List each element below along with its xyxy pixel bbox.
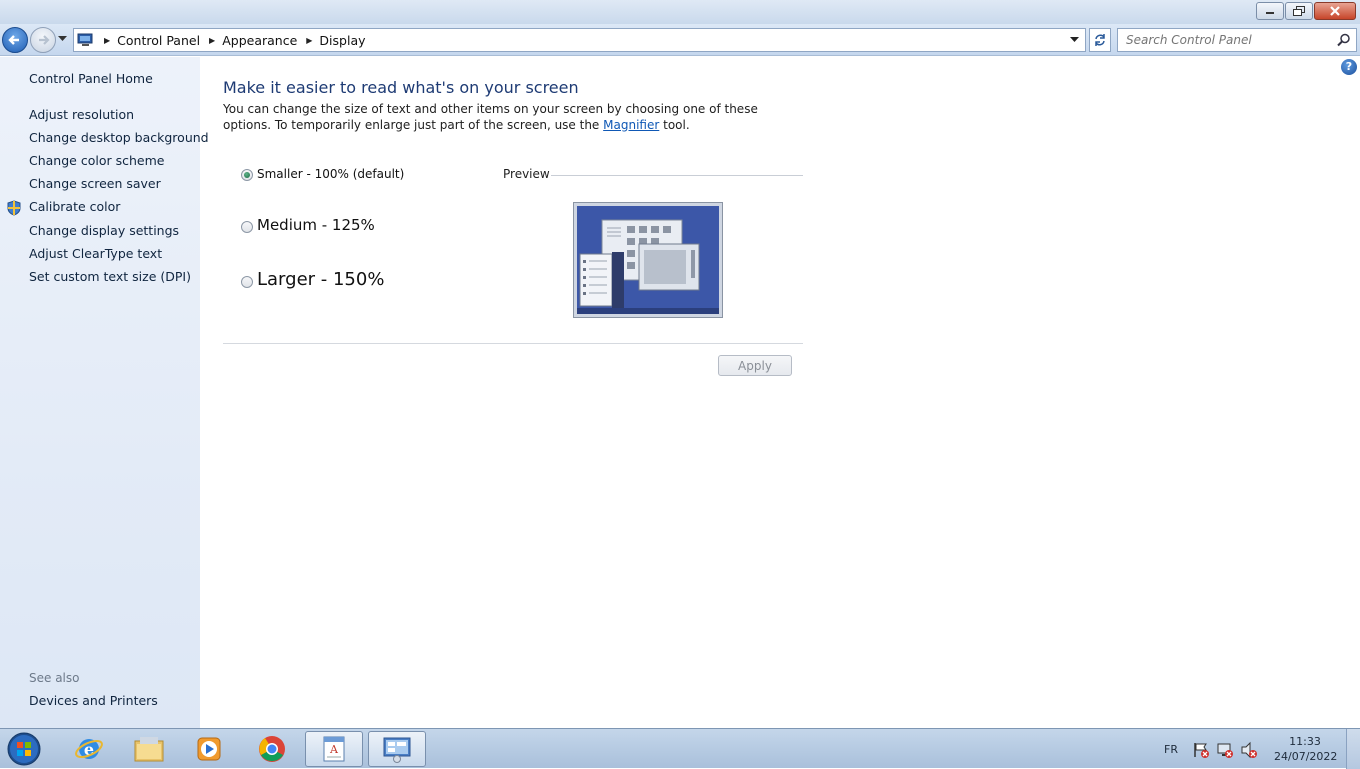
search-icon[interactable] [1337, 33, 1351, 47]
recent-pages-dropdown-icon[interactable] [58, 36, 67, 42]
sidebar-item-set-custom-text-size[interactable]: Set custom text size (DPI) [29, 269, 191, 284]
breadcrumb-item-display[interactable]: ▶ Display [297, 33, 365, 48]
language-indicator[interactable]: FR [1164, 729, 1178, 769]
sidebar-item-control-panel-home[interactable]: Control Panel Home [29, 71, 153, 86]
clock-time: 11:33 [1289, 735, 1321, 748]
address-bar: ▶ Control Panel ▶ Appearance ▶ Display [0, 24, 1360, 56]
close-icon [1330, 6, 1340, 16]
see-also-heading: See also [29, 671, 80, 685]
radio-medium[interactable] [241, 221, 253, 233]
volume-muted-icon[interactable] [1240, 741, 1258, 759]
sidebar-item-calibrate-color[interactable]: Calibrate color [29, 199, 120, 214]
page-title: Make it easier to read what's on your sc… [223, 78, 579, 97]
refresh-icon [1095, 34, 1105, 46]
section-divider [223, 343, 803, 344]
option-label-medium[interactable]: Medium - 125% [257, 216, 375, 234]
sidebar-item-adjust-cleartype-text[interactable]: Adjust ClearType text [29, 246, 162, 261]
chrome-icon [259, 736, 285, 762]
start-orb[interactable] [4, 730, 44, 768]
admin-shield-icon [7, 200, 21, 216]
sidebar-item-change-display-settings[interactable]: Change display settings [29, 223, 179, 238]
taskbar-windows-explorer[interactable] [120, 731, 178, 767]
radio-larger[interactable] [241, 276, 253, 288]
search-box [1117, 28, 1357, 52]
preview-image [573, 202, 723, 318]
help-icon[interactable]: ? [1341, 59, 1357, 75]
minimize-button[interactable] [1256, 2, 1284, 20]
taskbar-chrome[interactable] [243, 731, 301, 767]
option-label-smaller[interactable]: Smaller - 100% (default) [257, 167, 404, 181]
control-panel-icon [383, 737, 411, 763]
option-label-larger[interactable]: Larger - 150% [257, 269, 384, 290]
taskbar-wordpad[interactable]: A [305, 731, 363, 767]
apply-button[interactable]: Apply [718, 355, 792, 376]
title-bar [0, 0, 1360, 24]
taskbar-internet-explorer[interactable]: e [60, 731, 118, 767]
wordpad-icon: A [323, 736, 345, 762]
svg-text:A: A [329, 743, 339, 756]
refresh-button[interactable] [1089, 28, 1111, 52]
breadcrumb-item-control-panel[interactable]: ▶ Control Panel [95, 33, 200, 48]
radio-smaller[interactable] [241, 169, 253, 181]
back-arrow-icon [8, 35, 19, 45]
search-input[interactable] [1124, 29, 1334, 51]
preview-divider [551, 175, 803, 176]
sidebar-item-change-color-scheme[interactable]: Change color scheme [29, 153, 164, 168]
forward-button[interactable] [30, 27, 56, 53]
forward-arrow-icon [39, 35, 50, 45]
sidebar: Control Panel Home Adjust resolution Cha… [0, 57, 209, 728]
minimize-icon [1266, 12, 1274, 14]
close-button[interactable] [1314, 2, 1356, 20]
restore-icon [1293, 6, 1305, 16]
control-panel-icon [77, 33, 93, 46]
sidebar-item-change-desktop-background[interactable]: Change desktop background [29, 130, 209, 145]
preview-label: Preview [503, 167, 550, 181]
clock-date: 24/07/2022 [1274, 750, 1338, 763]
breadcrumb-item-appearance[interactable]: ▶ Appearance [200, 33, 297, 48]
page-description: You can change the size of text and othe… [223, 102, 783, 133]
breadcrumb[interactable]: ▶ Control Panel ▶ Appearance ▶ Display [73, 28, 1086, 52]
taskbar-control-panel[interactable] [368, 731, 426, 767]
internet-explorer-icon: e [75, 739, 103, 759]
clock[interactable]: 11:33 24/07/2022 [1274, 734, 1338, 764]
back-button[interactable] [2, 27, 28, 53]
sidebar-item-devices-and-printers[interactable]: Devices and Printers [29, 693, 158, 708]
taskbar-media-player[interactable] [180, 731, 238, 767]
taskbar: e A FR 11:33 24/07/2022 [0, 728, 1360, 769]
action-center-flag-icon[interactable] [1192, 741, 1210, 759]
restore-button[interactable] [1285, 2, 1313, 20]
sidebar-item-change-screen-saver[interactable]: Change screen saver [29, 176, 161, 191]
windows-explorer-icon [134, 737, 164, 762]
show-desktop-button[interactable] [1346, 729, 1360, 769]
magnifier-link[interactable]: Magnifier [603, 118, 659, 132]
network-icon[interactable] [1216, 741, 1234, 759]
address-dropdown-icon[interactable] [1070, 37, 1079, 43]
sidebar-item-adjust-resolution[interactable]: Adjust resolution [29, 107, 134, 122]
description-tail: tool. [663, 117, 690, 132]
media-player-icon [197, 737, 221, 761]
